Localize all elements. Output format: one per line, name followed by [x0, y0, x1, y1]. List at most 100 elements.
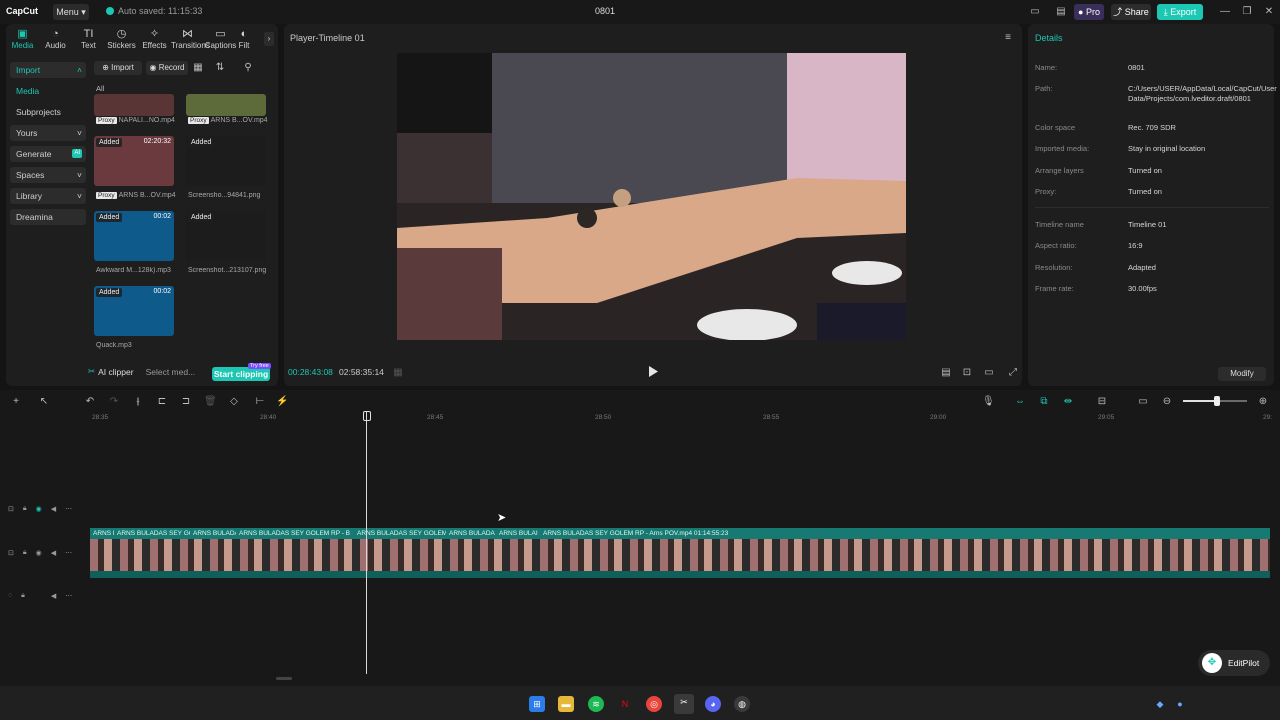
link-icon[interactable]: ⇔ [1014, 396, 1026, 408]
netflix-icon[interactable]: N [617, 696, 633, 712]
zoom-fit-icon[interactable]: ⊡ [961, 367, 973, 379]
tab-text[interactable]: TI Text [72, 28, 105, 54]
menu-button[interactable]: Menu ▾ [53, 4, 89, 20]
add-track-icon[interactable]: + [10, 396, 22, 408]
clip-label[interactable]: ARNS BULADA [446, 528, 496, 539]
minimize-icon[interactable]: — [1218, 5, 1232, 18]
zoom-out-icon[interactable]: ⊖ [1161, 396, 1173, 408]
tab-effects[interactable]: ✧ Effects [138, 28, 171, 54]
view-icon[interactable]: ▤ [940, 367, 952, 379]
lock-icon[interactable]: 🔒︎ [23, 549, 27, 557]
modify-button[interactable]: Modify [1218, 367, 1266, 381]
sidebar-item-spaces[interactable]: Spaces ˅ [10, 167, 86, 183]
clip-label[interactable]: ARNS BULADAS SEY GOLEM RP - Arns POV.mp4… [540, 528, 1270, 539]
tab-captions[interactable]: ▭ Captions [204, 28, 237, 54]
auto-cut-icon[interactable]: ⚡ [276, 396, 288, 408]
tray-app-icon[interactable]: ◆ [1152, 696, 1168, 712]
export-button[interactable]: ⤓ Export [1157, 4, 1203, 20]
tabs-scroll-right-icon[interactable]: › [264, 32, 274, 46]
player-menu-icon[interactable]: ≡ [1002, 32, 1014, 44]
tab-stickers[interactable]: ◷ Stickers [105, 28, 138, 54]
media-thumb-7[interactable]: Added 00:02 [94, 286, 174, 336]
audio-icon[interactable]: ◀ [51, 505, 56, 513]
capcut-taskbar-icon[interactable]: ✂ [674, 694, 694, 714]
audio-icon[interactable]: ◀ [51, 549, 56, 557]
video-track[interactable]: ARNS BULA ARNS BULADAS SEY GO ARNS BULAD… [90, 528, 1270, 578]
timeline-scrollbar[interactable] [276, 677, 292, 680]
video-preview[interactable] [397, 53, 906, 340]
lock-icon[interactable]: 🔒︎ [23, 505, 27, 513]
more-icon[interactable]: ⋯ [65, 549, 72, 557]
media-thumb-5[interactable]: Added 00:02 [94, 211, 174, 261]
media-thumb-2[interactable] [186, 94, 266, 116]
layout-icon[interactable]: ▭ [1028, 5, 1042, 18]
microphone-icon[interactable]: 🎙 [982, 396, 995, 408]
media-thumb-3[interactable]: Added 02:20:32 [94, 136, 174, 186]
editpilot-button[interactable]: ✥ EditPilot [1198, 650, 1270, 676]
clip-label[interactable]: ARNS BULADAS SEY GOLEM [354, 528, 446, 539]
trim-left-icon[interactable]: ⊏ [156, 396, 168, 408]
sidebar-item-yours[interactable]: Yours ˅ [10, 125, 86, 141]
zoom-slider-handle[interactable] [1214, 396, 1220, 406]
clip-label[interactable]: ARNS BULA [90, 528, 114, 539]
tray-mic-icon[interactable]: ● [1172, 696, 1188, 712]
caption-sync-icon[interactable]: ⊟ [1096, 396, 1108, 408]
clip-label[interactable]: ARNS BULADAS SEY GO [114, 528, 190, 539]
redo-icon[interactable]: ↷ [108, 396, 120, 408]
chrome-icon[interactable]: ◎ [646, 696, 662, 712]
ratio-icon[interactable]: ▭ [983, 367, 995, 379]
sort-icon[interactable]: ⇅ [214, 62, 226, 74]
fullscreen-icon[interactable]: ⤢ [1007, 367, 1019, 379]
pro-button[interactable]: ● Pro [1074, 4, 1104, 20]
delete-icon[interactable]: 🗑 [204, 396, 217, 408]
sidebar-item-import[interactable]: Import ˄ [10, 62, 86, 78]
shortcuts-icon[interactable]: ▤ [1054, 5, 1068, 18]
tab-filters[interactable]: ◐ Filt [237, 28, 251, 54]
eye-icon[interactable]: ◉ [36, 549, 42, 557]
audio-track-icon[interactable]: ◌ [8, 592, 12, 600]
spotify-icon[interactable]: ≋ [588, 696, 604, 712]
lock-icon[interactable]: 🔒︎ [21, 592, 25, 600]
media-thumb-4[interactable]: Added [186, 136, 266, 186]
grid-view-icon[interactable]: ▦ [192, 62, 204, 74]
sidebar-item-library[interactable]: Library ˅ [10, 188, 86, 204]
play-icon[interactable] [648, 366, 658, 377]
close-icon[interactable]: ✕ [1262, 5, 1276, 18]
more-icon[interactable]: ⋯ [65, 592, 72, 600]
sidebar-item-subprojects[interactable]: Subprojects [10, 104, 86, 120]
track-cover-icon[interactable]: ⊡ [8, 505, 14, 513]
eye-icon[interactable]: ◉ [36, 505, 42, 513]
record-button[interactable]: ◉ Record [146, 61, 188, 75]
clip-label[interactable]: ARNS BULADA [190, 528, 236, 539]
preview-icon[interactable]: ▭ [1137, 396, 1149, 408]
snap-icon[interactable]: ⧉ [1038, 396, 1050, 408]
start-clipping-button[interactable]: Start clipping [212, 367, 270, 381]
more-icon[interactable]: ⋯ [65, 505, 72, 513]
media-thumb-1[interactable] [94, 94, 174, 116]
tab-media[interactable]: ▣ Media [6, 28, 39, 54]
file-explorer-icon[interactable]: ▬ [558, 696, 574, 712]
tab-transitions[interactable]: ⋈ Transitions [171, 28, 210, 54]
clip-label[interactable]: ARNS BULAI [496, 528, 540, 539]
audio-icon[interactable]: ◀ [51, 592, 56, 600]
windows-start-icon[interactable]: ⊞ [529, 696, 545, 712]
tab-audio[interactable]: ◔ Audio [39, 28, 72, 54]
freeze-icon[interactable]: ⊢ [254, 396, 266, 408]
obs-icon[interactable]: ◍ [734, 696, 750, 712]
undo-icon[interactable]: ↶ [84, 396, 96, 408]
clip-label[interactable]: ARNS BULADAS SEY GOLEM RP - B [236, 528, 354, 539]
maximize-icon[interactable]: ❐ [1240, 5, 1254, 18]
marker-icon[interactable]: ◇ [228, 396, 240, 408]
playhead-handle[interactable] [363, 411, 371, 421]
sidebar-item-generate[interactable]: Generate AI [10, 146, 86, 162]
sidebar-item-dreamina[interactable]: Dreamina [10, 209, 86, 225]
import-button[interactable]: ⊕ Import [94, 61, 142, 75]
zoom-in-icon[interactable]: ⊕ [1257, 396, 1269, 408]
filter-icon[interactable]: ⚲ [242, 62, 254, 74]
ai-clipper[interactable]: ✂ AI clipper Select med... [88, 366, 195, 377]
split-icon[interactable]: ⫲ [132, 396, 144, 408]
track-cover-icon[interactable]: ⊡ [8, 549, 14, 557]
share-button[interactable]: ⤴ Share [1111, 4, 1151, 20]
trim-right-icon[interactable]: ⊐ [180, 396, 192, 408]
sidebar-item-media[interactable]: Media [10, 83, 86, 99]
